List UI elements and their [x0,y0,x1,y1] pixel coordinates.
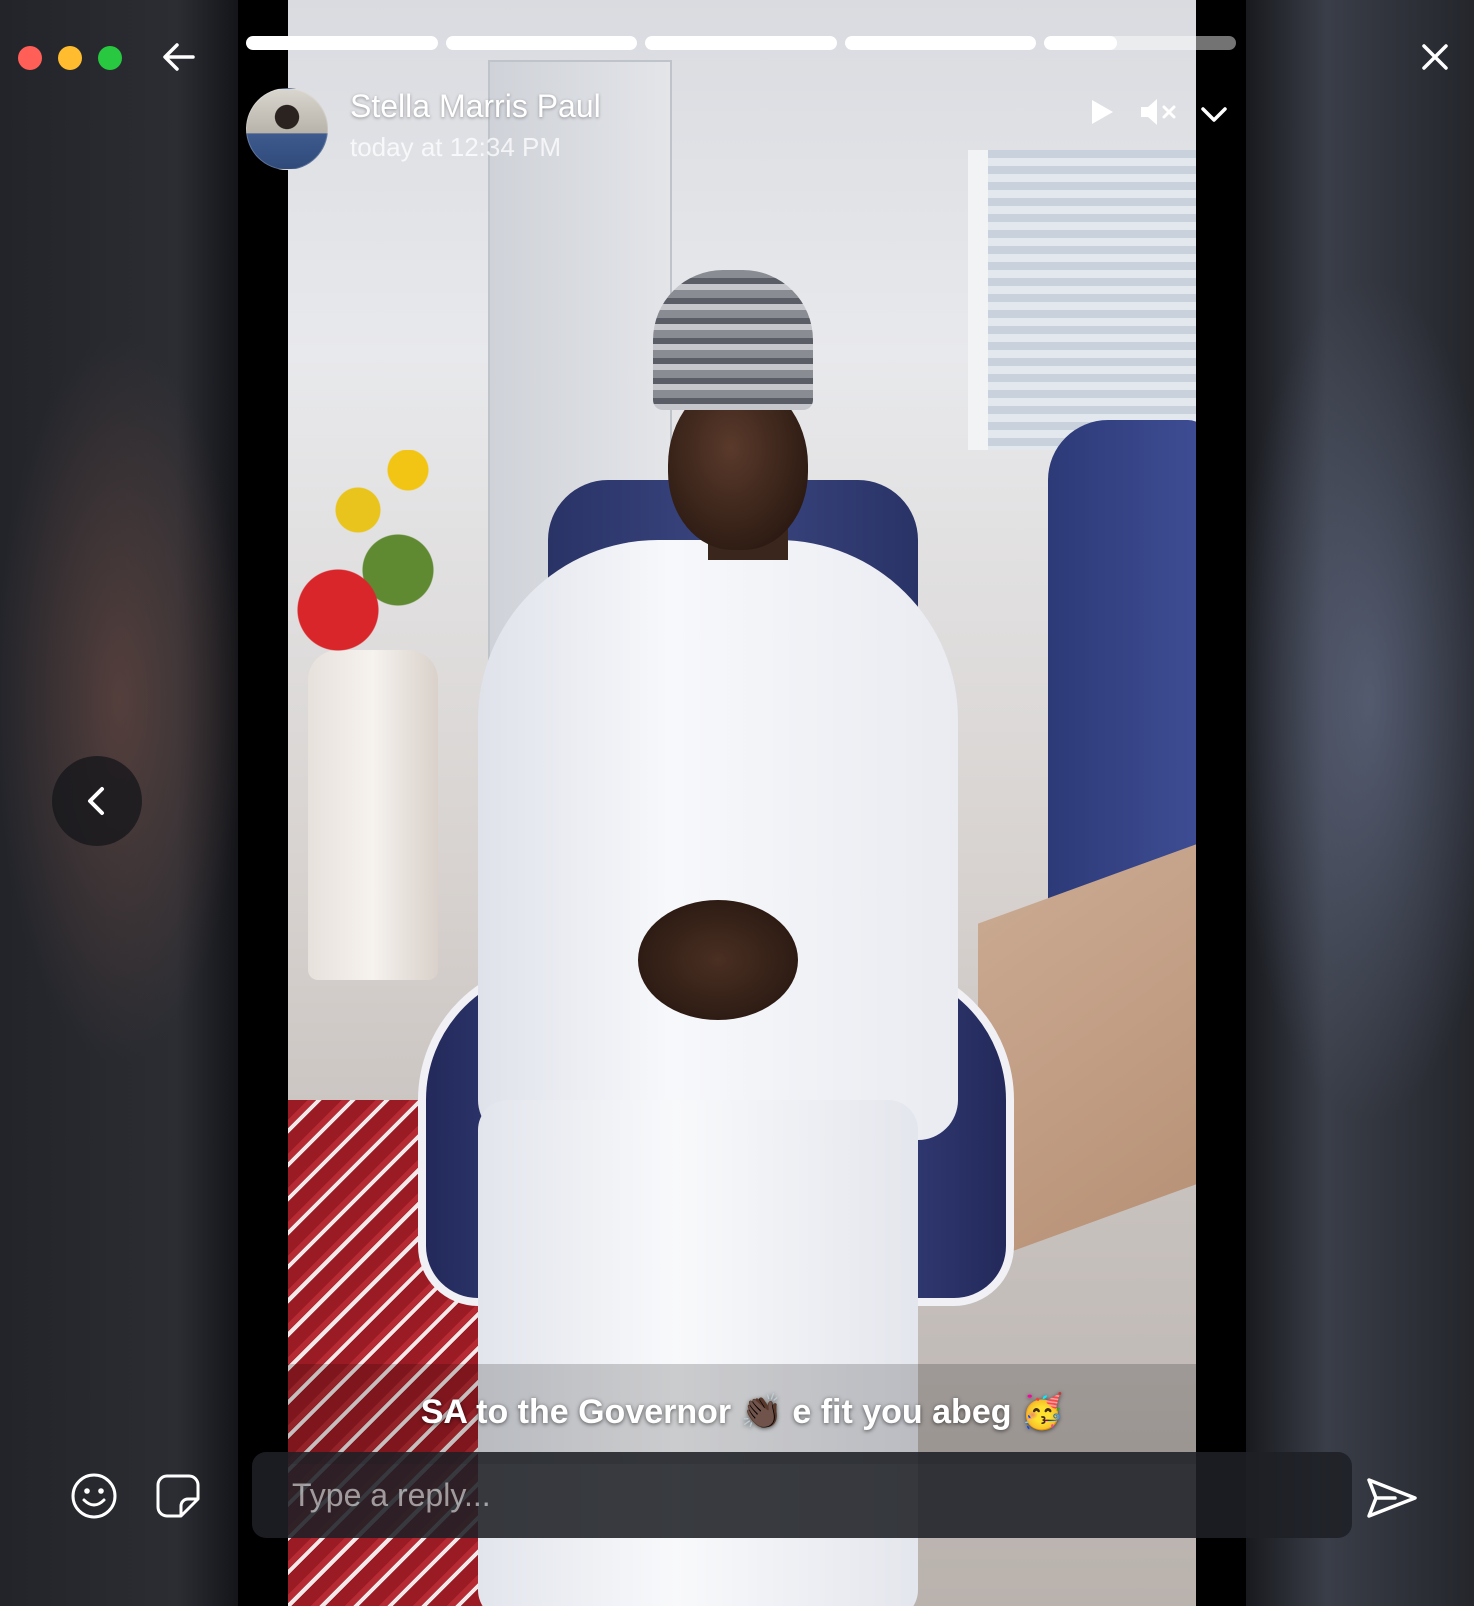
story-progress-segment [844,36,1037,50]
window-minimize-button[interactable] [58,46,82,70]
story-progress-fill [246,36,438,50]
close-story-button[interactable] [1412,34,1458,80]
story-progress-fill [844,36,1037,50]
photo-window-blinds [968,150,1196,450]
story-progress-fill [645,36,837,50]
photo-person-cap [653,270,813,410]
emoji-button[interactable] [68,1470,120,1522]
arrow-left-icon [163,43,195,71]
story-timestamp: today at 12:34 PM [350,132,562,162]
window-maximize-button[interactable] [98,46,122,70]
play-icon [1092,100,1113,124]
chevron-down-icon [1201,107,1227,122]
story-progress-fill [445,36,638,50]
window-close-button[interactable] [18,46,42,70]
photo-flowers [288,450,478,670]
muted-speaker-icon [1141,99,1176,125]
back-button[interactable] [156,34,202,80]
chevron-left-icon [88,787,104,815]
emoji-icon [71,1473,117,1519]
author-name[interactable]: Stella Marris Paul [350,88,601,125]
send-button[interactable] [1364,1472,1420,1524]
story-caption: SA to the Governor 👏🏿 e fit you abeg 🥳 [420,1393,1064,1431]
story-progress-segment [645,36,837,50]
story-progress-fill [1044,36,1118,50]
story-progress-segment [445,36,638,50]
sticker-icon [156,1474,200,1518]
previous-story-button[interactable] [52,756,142,846]
author-avatar[interactable] [246,88,328,170]
play-button[interactable] [1080,90,1124,134]
story-progress-segment [246,36,438,50]
photo-person-hands [638,900,798,1020]
reply-input[interactable] [252,1452,1352,1538]
sticker-button[interactable] [152,1470,204,1522]
photo-person-body [478,540,958,1140]
send-icon [1367,1478,1417,1518]
story-progress-segment [1044,36,1236,50]
photo-vase [308,650,438,980]
mute-button[interactable] [1134,90,1182,134]
close-icon [1422,44,1448,70]
story-menu-button[interactable] [1192,92,1236,136]
